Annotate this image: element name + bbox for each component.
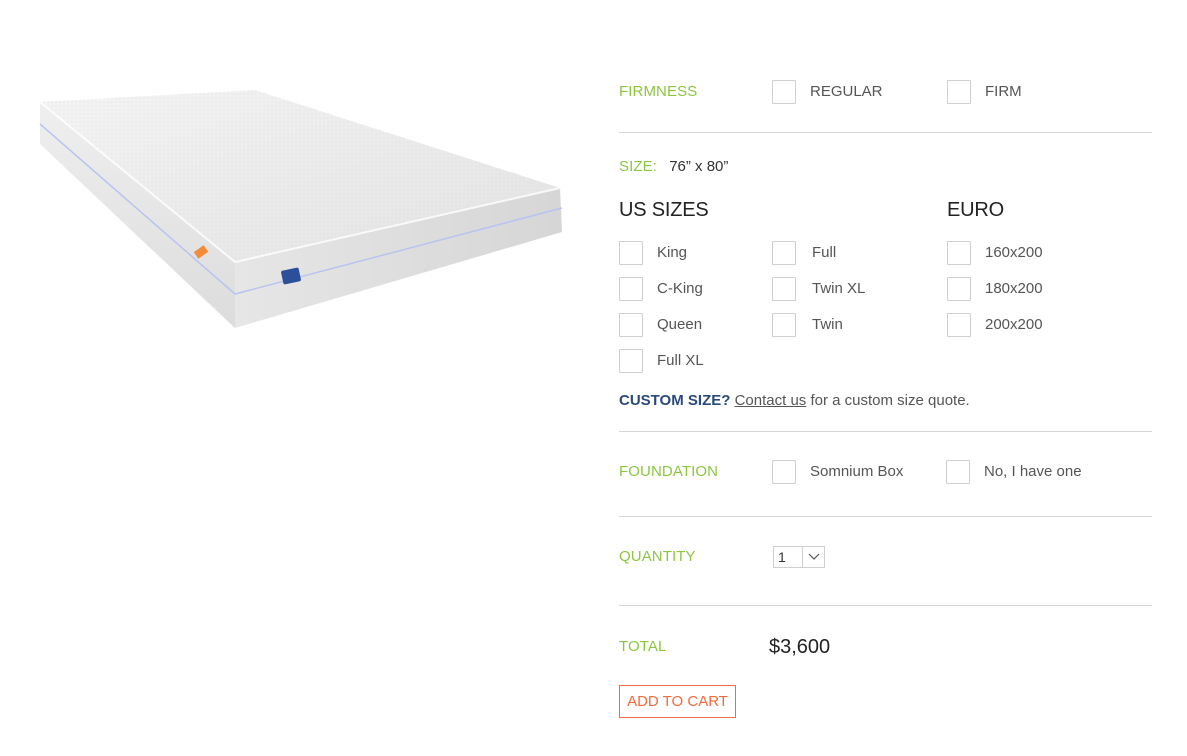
foundation-label: FOUNDATION (619, 463, 719, 480)
size-180x200-checkbox[interactable] (947, 277, 971, 301)
product-page: FIRMNESS REGULAR FIRM SIZE: 76” x 80” US… (0, 0, 1187, 756)
size-row: SIZE: 76” x 80” (619, 158, 728, 175)
firmness-firm-label: FIRM (985, 83, 1022, 100)
firmness-label: FIRMNESS (619, 83, 698, 100)
add-to-cart-button[interactable]: ADD TO CART (619, 685, 736, 718)
size-full-label: Full (812, 244, 837, 261)
size-full-xl-label: Full XL (657, 352, 704, 369)
foundation-somnium-box-label: Somnium Box (810, 463, 904, 480)
chevron-down-icon[interactable] (802, 547, 824, 567)
size-label: SIZE: (619, 158, 658, 175)
size-queen-label: Queen (657, 316, 703, 333)
size-twin-checkbox[interactable] (772, 313, 796, 337)
size-c-king-label: C-King (657, 280, 703, 297)
size-twin-xl-label: Twin XL (812, 280, 866, 297)
euro-sizes-heading: EURO (947, 199, 1004, 221)
size-160x200-label: 160x200 (985, 244, 1043, 261)
product-options-panel: FIRMNESS REGULAR FIRM SIZE: 76” x 80” US… (619, 0, 1152, 756)
size-c-king-checkbox[interactable] (619, 277, 643, 301)
quantity-value: 1 (778, 549, 786, 565)
size-160x200-checkbox[interactable] (947, 241, 971, 265)
custom-size-heading: CUSTOM SIZE? (619, 392, 731, 409)
firmness-regular-checkbox[interactable] (772, 80, 796, 104)
quantity-label: QUANTITY (619, 548, 696, 565)
size-queen-checkbox[interactable] (619, 313, 643, 337)
size-twin-xl-checkbox[interactable] (772, 277, 796, 301)
divider (619, 431, 1152, 432)
foundation-somnium-box-checkbox[interactable] (772, 460, 796, 484)
quantity-select[interactable]: 1 (773, 546, 825, 568)
total-label: TOTAL (619, 638, 667, 655)
foundation-none-label: No, I have one (984, 463, 1082, 480)
custom-size-text: for a custom size quote. (806, 392, 970, 409)
total-price: $3,600 (769, 636, 831, 658)
size-king-checkbox[interactable] (619, 241, 643, 265)
divider (619, 605, 1152, 606)
firmness-regular-label: REGULAR (810, 83, 883, 100)
size-200x200-checkbox[interactable] (947, 313, 971, 337)
size-200x200-label: 200x200 (985, 316, 1043, 333)
size-full-xl-checkbox[interactable] (619, 349, 643, 373)
size-value: 76” x 80” (669, 158, 729, 175)
foundation-none-checkbox[interactable] (946, 460, 970, 484)
contact-us-link[interactable]: Contact us (735, 392, 807, 409)
size-king-label: King (657, 244, 688, 261)
divider (619, 132, 1152, 133)
us-sizes-heading: US SIZES (619, 199, 709, 221)
custom-size-note: CUSTOM SIZE? Contact us for a custom siz… (619, 392, 970, 409)
size-180x200-label: 180x200 (985, 280, 1043, 297)
divider (619, 516, 1152, 517)
size-full-checkbox[interactable] (772, 241, 796, 265)
mattress-image (30, 80, 575, 345)
firmness-firm-checkbox[interactable] (947, 80, 971, 104)
size-twin-label: Twin (812, 316, 843, 333)
mattress-illustration (39, 90, 563, 328)
